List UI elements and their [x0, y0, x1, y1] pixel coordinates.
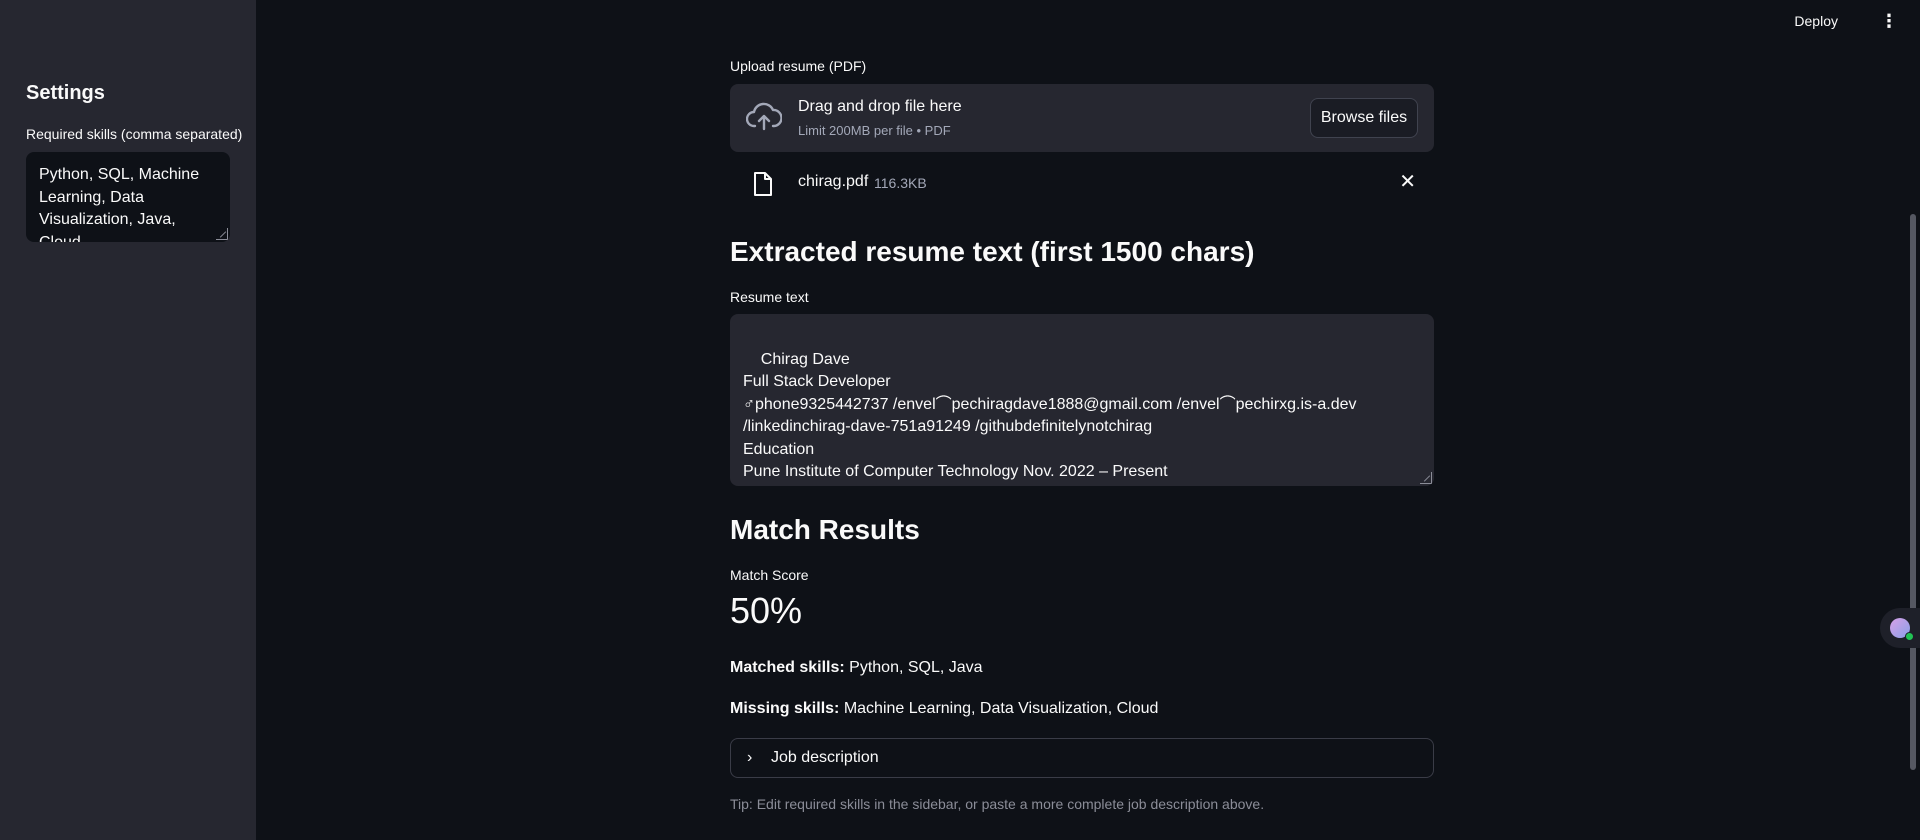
browse-files-button[interactable]: Browse files	[1310, 98, 1418, 138]
file-dropzone[interactable]: Drag and drop file here Limit 200MB per …	[730, 84, 1434, 152]
dropzone-title: Drag and drop file here	[798, 98, 962, 115]
upload-label: Upload resume (PDF)	[730, 58, 867, 74]
resize-handle-icon[interactable]	[216, 228, 228, 240]
online-status-dot-icon	[1905, 632, 1914, 641]
resume-text-area[interactable]: Chirag Dave Full Stack Developer ♂phone9…	[730, 314, 1434, 486]
match-results-heading: Match Results	[730, 514, 920, 545]
page-scrollbar[interactable]	[1910, 214, 1916, 770]
required-skills-textarea[interactable]: Python, SQL, Machine Learning, Data Visu…	[26, 152, 230, 242]
required-skills-value: Python, SQL, Machine Learning, Data Visu…	[39, 166, 200, 242]
file-name: chirag.pdf	[798, 173, 869, 190]
resize-handle-icon[interactable]	[1420, 472, 1432, 484]
deploy-button[interactable]: Deploy	[1794, 13, 1838, 29]
file-icon	[754, 172, 772, 196]
match-score-label: Match Score	[730, 567, 809, 583]
missing-skills-label: Missing skills:	[730, 700, 840, 717]
tip-text: Tip: Edit required skills in the sidebar…	[730, 796, 1265, 812]
main-menu-icon[interactable]: ⋮	[1880, 12, 1898, 30]
floating-assistant-button[interactable]	[1880, 608, 1920, 648]
match-score-value: 50%	[730, 590, 803, 631]
dropzone-limit: Limit 200MB per file • PDF	[798, 123, 951, 138]
file-size: 116.3KB	[874, 175, 927, 191]
job-description-label: Job description	[771, 749, 879, 766]
chevron-right-icon: ›	[747, 749, 753, 766]
missing-skills: Missing skills: Machine Learning, Data V…	[730, 700, 1158, 718]
job-description-expander[interactable]: › Job description	[730, 738, 1434, 778]
matched-skills-value: Python, SQL, Java	[849, 659, 983, 676]
matched-skills: Matched skills: Python, SQL, Java	[730, 659, 983, 677]
matched-skills-label: Matched skills:	[730, 659, 845, 676]
missing-skills-value: Machine Learning, Data Visualization, Cl…	[843, 700, 1159, 717]
extracted-heading: Extracted resume text (first 1500 chars)	[730, 236, 1255, 267]
resume-text-label: Resume text	[730, 289, 809, 305]
resume-text-content: Chirag Dave Full Stack Developer ♂phone9…	[743, 350, 1357, 487]
sidebar-title: Settings	[26, 82, 105, 104]
required-skills-label: Required skills (comma separated)	[26, 126, 243, 142]
uploaded-file-row: chirag.pdf 116.3KB ✕	[730, 165, 1434, 205]
sidebar: Settings Required skills (comma separate…	[0, 0, 256, 840]
remove-file-close-icon[interactable]: ✕	[1399, 169, 1416, 194]
cloud-upload-icon	[746, 102, 782, 131]
